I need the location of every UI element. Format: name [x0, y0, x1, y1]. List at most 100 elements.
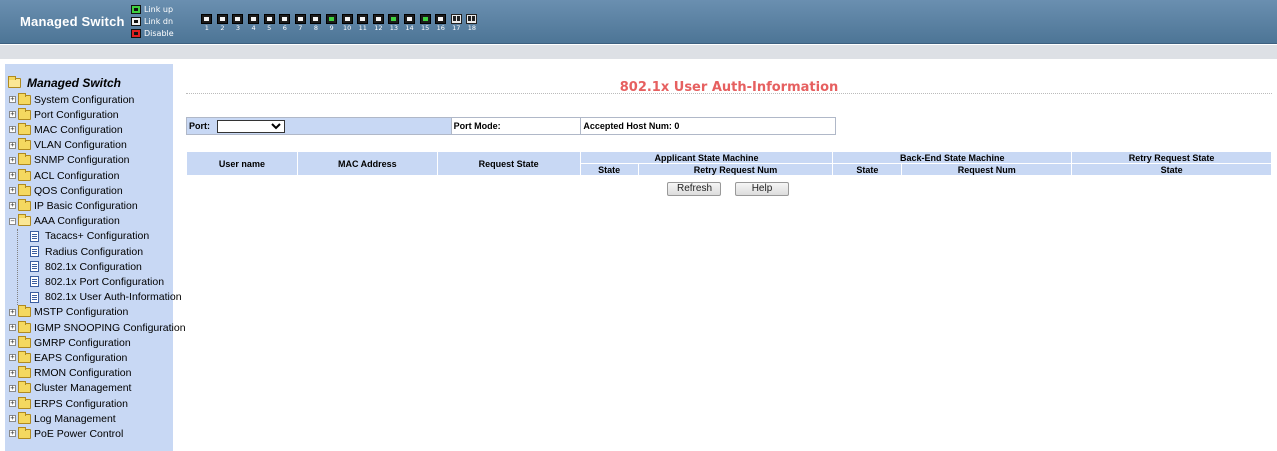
sidebar-item-poe-power-control[interactable]: + PoE Power Control — [9, 426, 123, 441]
sidebar-item-acl-configuration[interactable]: + ACL Configuration — [9, 168, 119, 183]
port-number: 3 — [235, 24, 241, 32]
port-12[interactable]: 12 — [371, 14, 387, 32]
expand-icon[interactable]: + — [9, 156, 16, 164]
port-number: 14 — [405, 24, 414, 32]
legend-link-down: Link dn — [131, 15, 174, 27]
expand-icon[interactable]: + — [9, 354, 16, 362]
sidebar-item-gmrp-configuration[interactable]: + GMRP Configuration — [9, 335, 131, 350]
col-backend-state: State — [832, 163, 903, 176]
collapse-icon[interactable]: − — [9, 217, 16, 225]
sidebar-item-vlan-configuration[interactable]: + VLAN Configuration — [9, 138, 127, 153]
sidebar-item-802-1x-user-auth-information[interactable]: 802.1x User Auth-Information — [22, 290, 182, 305]
expand-icon[interactable]: + — [9, 187, 16, 195]
col-group-applicant: Applicant State Machine — [579, 151, 834, 164]
port-9[interactable]: 9 — [324, 14, 340, 32]
expand-icon[interactable]: + — [9, 141, 16, 149]
page-icon — [30, 246, 39, 257]
expand-icon[interactable]: + — [9, 202, 16, 210]
sidebar-item-802-1x-configuration[interactable]: 802.1x Configuration — [22, 259, 142, 274]
tree-root[interactable]: Managed Switch — [8, 76, 121, 90]
sidebar-item-eaps-configuration[interactable]: + EAPS Configuration — [9, 350, 127, 365]
refresh-button[interactable]: Refresh — [667, 182, 721, 196]
folder-icon — [18, 107, 31, 120]
sidebar-item-802-1x-port-configuration[interactable]: 802.1x Port Configuration — [22, 274, 164, 289]
expand-icon[interactable]: + — [9, 415, 16, 423]
port-11[interactable]: 11 — [355, 14, 371, 32]
expand-icon[interactable]: + — [9, 308, 16, 316]
sidebar-item-radius-configuration[interactable]: Radius Configuration — [22, 244, 143, 259]
fiber-port-icon — [450, 14, 462, 24]
port-8[interactable]: 8 — [308, 14, 324, 32]
port-3[interactable]: 3 — [230, 14, 246, 32]
sidebar-item-erps-configuration[interactable]: + ERPS Configuration — [9, 396, 128, 411]
port-link-down-icon — [248, 14, 260, 24]
port-link-down-icon — [341, 14, 353, 24]
col-group-backend: Back-End State Machine — [832, 151, 1073, 164]
sidebar-item-igmp-snooping-configuration[interactable]: + IGMP SNOOPING Configuration — [9, 320, 186, 335]
port-link-up-icon — [131, 4, 141, 14]
sidebar-item-label: Port Configuration — [34, 108, 119, 121]
folder-icon — [18, 168, 31, 181]
title-divider — [186, 93, 1272, 94]
expand-icon[interactable]: + — [9, 126, 16, 134]
port-6[interactable]: 6 — [277, 14, 293, 32]
port-select[interactable] — [216, 119, 285, 133]
port-2[interactable]: 2 — [215, 14, 231, 32]
col-mac-address: MAC Address — [296, 151, 438, 176]
expand-icon[interactable]: + — [9, 384, 16, 392]
port-14[interactable]: 14 — [402, 14, 418, 32]
port-7[interactable]: 7 — [293, 14, 309, 32]
sidebar-item-port-configuration[interactable]: + Port Configuration — [9, 107, 119, 122]
sidebar-item-cluster-management[interactable]: + Cluster Management — [9, 381, 131, 396]
sidebar-item-qos-configuration[interactable]: + QOS Configuration — [9, 183, 123, 198]
port-number: 10 — [343, 24, 352, 32]
expand-icon[interactable]: + — [9, 339, 16, 347]
sidebar-item-label: ERPS Configuration — [34, 397, 128, 410]
page-icon — [30, 230, 39, 242]
port-disabled-icon — [131, 28, 141, 38]
port-18[interactable]: 18 — [464, 14, 480, 32]
sidebar-item-label: AAA Configuration — [34, 215, 120, 228]
port-link-down-icon — [435, 14, 447, 24]
sidebar-item-label: PoE Power Control — [34, 427, 124, 440]
sidebar-item-log-management[interactable]: + Log Management — [9, 411, 116, 426]
port-15[interactable]: 15 — [417, 14, 433, 32]
folder-icon — [18, 183, 31, 196]
expand-icon[interactable]: + — [9, 400, 16, 407]
port-5[interactable]: 5 — [261, 14, 277, 32]
sidebar-item-mstp-configuration[interactable]: + MSTP Configuration — [9, 305, 128, 320]
port-13[interactable]: 13 — [386, 14, 402, 32]
port-panel: 1 2 3 4 5 6 7 8 9 10 11 12 13 14 15 16 17 18 — [199, 14, 480, 32]
port-number: 5 — [267, 24, 272, 32]
sidebar-item-aaa-configuration[interactable]: − AAA Configuration — [9, 214, 120, 229]
sidebar-item-label: Log Management — [34, 412, 116, 425]
sidebar-item-ip-basic-configuration[interactable]: + IP Basic Configuration — [9, 198, 138, 213]
port-link-up-icon — [326, 14, 338, 24]
expand-icon[interactable]: + — [9, 430, 16, 438]
port-10[interactable]: 10 — [339, 14, 355, 32]
expand-icon[interactable]: + — [9, 111, 16, 119]
folder-icon — [18, 426, 31, 439]
sidebar-item-snmp-configuration[interactable]: + SNMP Configuration — [9, 153, 130, 168]
expand-icon[interactable]: + — [9, 96, 16, 103]
sidebar-item-system-configuration[interactable]: + System Configuration — [9, 92, 134, 107]
port-number: 16 — [436, 24, 445, 32]
sidebar-item-label: EAPS Configuration — [34, 351, 128, 364]
port-link-down-icon — [216, 14, 228, 24]
expand-icon[interactable]: + — [9, 324, 16, 331]
sidebar-item-tacacs-configuration[interactable]: Tacacs+ Configuration — [22, 229, 149, 244]
help-button[interactable]: Help — [735, 182, 789, 196]
port-16[interactable]: 16 — [433, 14, 449, 32]
port-1[interactable]: 1 — [199, 14, 215, 32]
port-17[interactable]: 17 — [449, 14, 465, 32]
port-link-down-icon — [201, 14, 213, 24]
expand-icon[interactable]: + — [9, 369, 16, 377]
page-icon — [30, 291, 39, 303]
port-4[interactable]: 4 — [246, 14, 262, 32]
folder-icon — [18, 122, 31, 135]
sidebar-item-mac-configuration[interactable]: + MAC Configuration — [9, 122, 123, 137]
expand-icon[interactable]: + — [9, 172, 16, 179]
sidebar-item-rmon-configuration[interactable]: + RMON Configuration — [9, 366, 131, 381]
port-link-down-icon — [357, 14, 369, 24]
port-number: 12 — [374, 24, 383, 32]
